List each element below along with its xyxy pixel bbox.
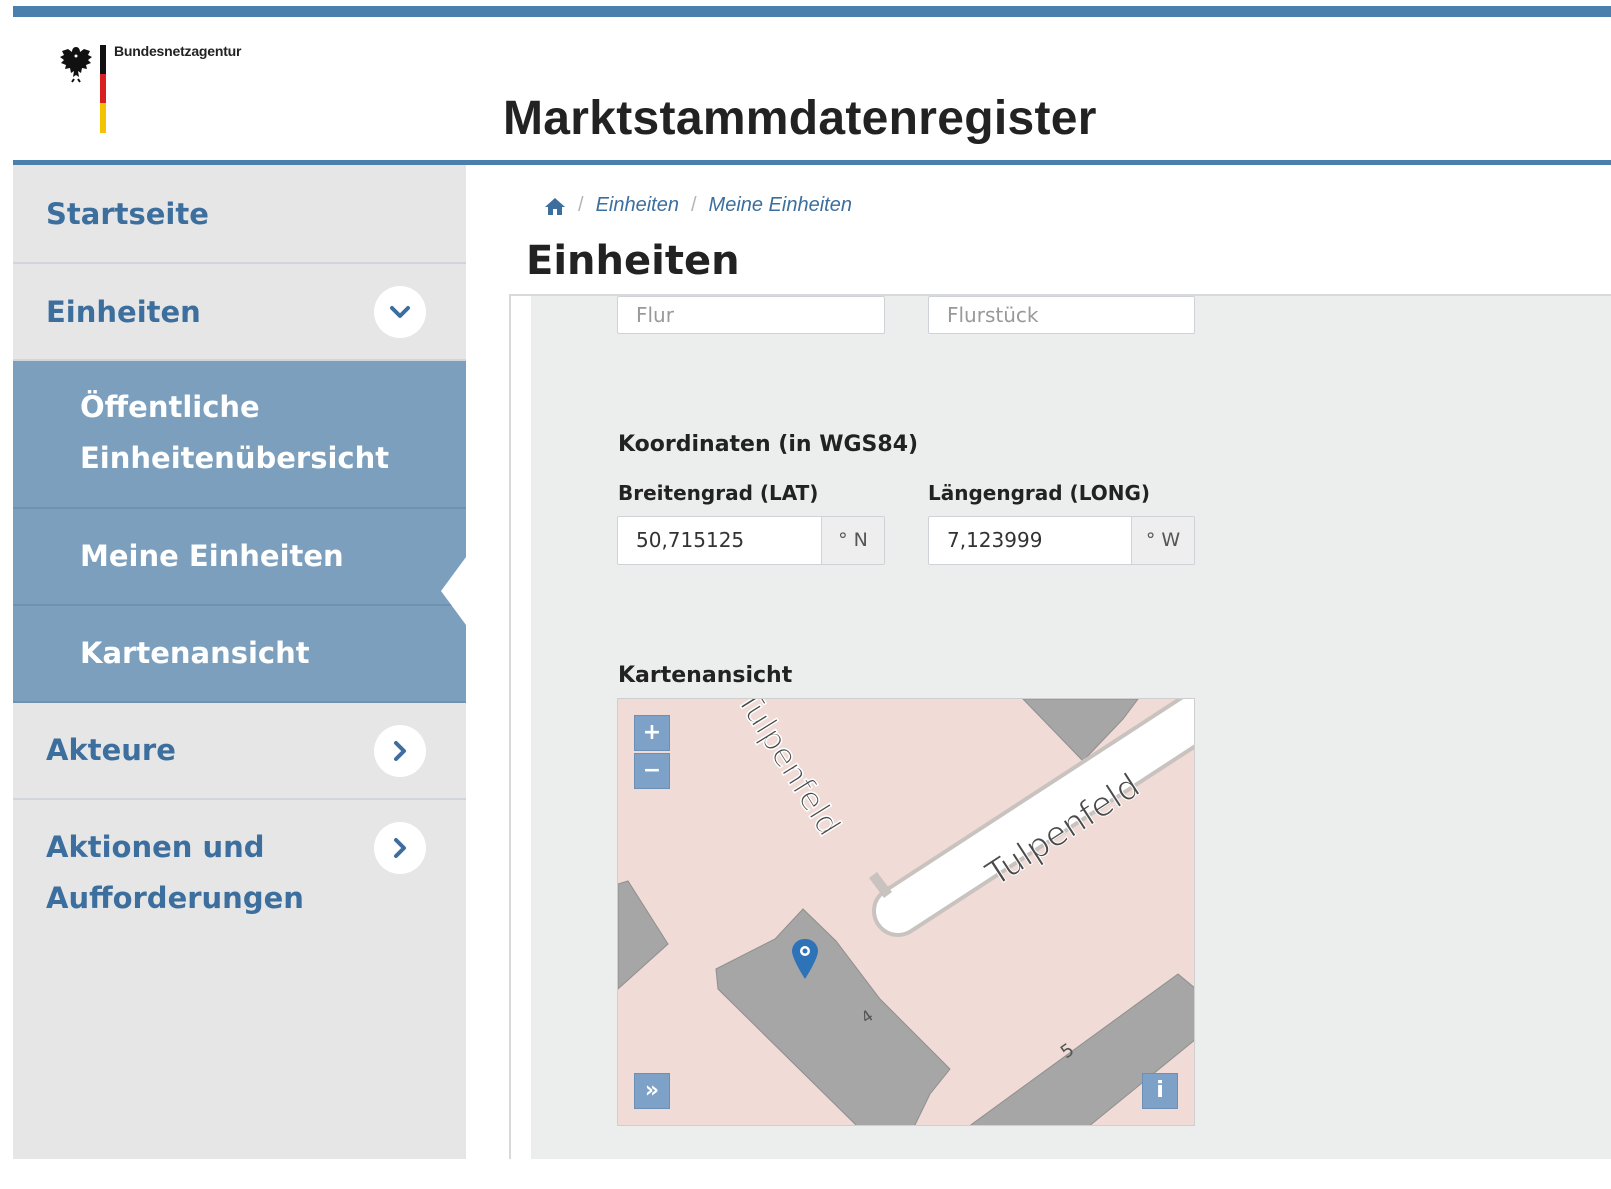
road-tulpenfeld: [876, 699, 1194, 933]
sidebar-item-label: Einheiten: [46, 295, 201, 329]
sidebar-item-startseite[interactable]: Startseite: [13, 165, 466, 264]
sidebar-nav: Startseite Einheiten Öffentliche Einheit…: [13, 165, 466, 1159]
page-title: Einheiten: [526, 238, 740, 284]
sidebar-subitem-label-line1: Öffentliche: [80, 390, 260, 424]
flur-input[interactable]: Flur: [617, 296, 885, 334]
eagle-icon: [60, 47, 92, 83]
sidebar-subitem-meine-einheiten[interactable]: Meine Einheiten: [13, 509, 466, 606]
long-label: Längengrad (LONG): [928, 481, 1151, 505]
site-header: Bundesnetzagentur Marktstammdatenregiste…: [13, 17, 1611, 161]
street-label: Tulpenfeld: [729, 699, 849, 843]
breadcrumb: / Einheiten / Meine Einheiten: [544, 194, 852, 217]
zoom-out-button[interactable]: −: [634, 753, 670, 789]
lat-input-group: 50,715125 ° N: [617, 516, 885, 565]
lat-label: Breitengrad (LAT): [618, 481, 819, 505]
coordinates-heading: Koordinaten (in WGS84): [618, 432, 919, 457]
flurstueck-input[interactable]: Flurstück: [928, 296, 1195, 334]
chevron-right-icon[interactable]: [374, 822, 426, 874]
zoom-in-button[interactable]: +: [634, 715, 670, 751]
breadcrumb-separator: /: [578, 194, 584, 216]
content-border: [509, 296, 511, 1159]
lat-input[interactable]: 50,715125: [618, 517, 821, 564]
chevron-right-icon[interactable]: [374, 725, 426, 777]
sidebar-item-label-line2: Aufforderungen: [46, 881, 304, 915]
sidebar-subitem-label-line2: Einheitenübersicht: [80, 441, 390, 475]
sidebar-item-einheiten[interactable]: Einheiten: [13, 264, 466, 361]
home-icon[interactable]: [544, 196, 566, 216]
agency-name: Bundesnetzagentur: [114, 43, 242, 59]
site-title: Marktstammdatenregister: [503, 92, 1097, 145]
building: [715, 908, 951, 1125]
breadcrumb-separator: /: [690, 194, 697, 216]
sidebar-item-label: Startseite: [46, 197, 209, 231]
sidebar-item-akteure[interactable]: Akteure: [13, 703, 466, 800]
info-button[interactable]: i: [1142, 1073, 1178, 1109]
sidebar-subitem-kartenansicht[interactable]: Kartenansicht: [13, 606, 466, 703]
long-input[interactable]: 7,123999: [929, 517, 1131, 564]
lat-unit: ° N: [821, 517, 884, 564]
sidebar-item-aktionen-und-aufforderungen[interactable]: Aktionen und Aufforderungen: [13, 800, 466, 938]
sidebar-subitem-label: Kartenansicht: [80, 636, 310, 670]
building: [618, 880, 669, 990]
road-stub: [869, 872, 892, 898]
sidebar-subitem-label: Meine Einheiten: [80, 539, 344, 573]
map-tiles: Tulpenfeld Tulpenfeld 4 5: [618, 699, 1194, 1125]
sidebar-item-label: Akteure: [46, 733, 176, 767]
long-unit: ° W: [1131, 517, 1194, 564]
expand-button[interactable]: »: [634, 1073, 670, 1109]
bundesnetzagentur-logo[interactable]: Bundesnetzagentur: [57, 43, 257, 143]
map-heading: Kartenansicht: [618, 663, 793, 688]
sidebar-item-label-line1: Aktionen und: [46, 830, 265, 864]
chevron-down-icon[interactable]: [374, 286, 426, 338]
breadcrumb-link-meine-einheiten[interactable]: Meine Einheiten: [709, 194, 852, 217]
sidebar-subitem-oeffentliche-einheitenuebersicht[interactable]: Öffentliche Einheitenübersicht: [13, 361, 466, 509]
map-view[interactable]: Tulpenfeld Tulpenfeld 4 5 + − » i: [617, 698, 1195, 1126]
german-flag-stripe: [100, 45, 106, 133]
top-accent-bar: [13, 6, 1611, 17]
breadcrumb-link-einheiten[interactable]: Einheiten: [596, 194, 679, 217]
active-item-indicator: [441, 557, 466, 625]
long-input-group: 7,123999 ° W: [928, 516, 1195, 565]
